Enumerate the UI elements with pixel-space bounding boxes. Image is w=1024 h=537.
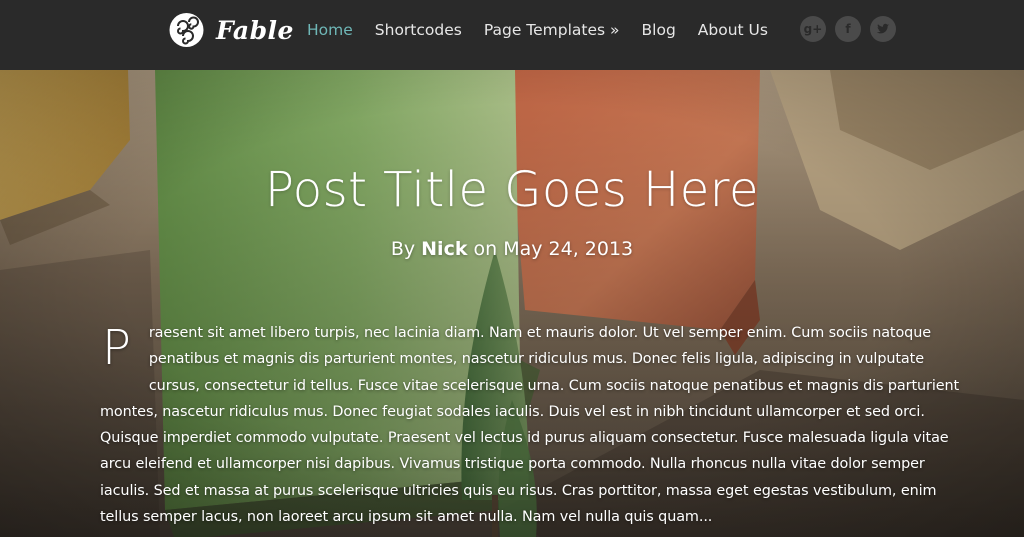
social-links: g+ f <box>800 16 905 42</box>
top-navigation-bar: Fable Home Shortcodes Page Templates » B… <box>0 0 1024 70</box>
meta-on-label: on <box>467 238 504 260</box>
nav-item-about-us[interactable]: About Us <box>698 21 768 39</box>
meta-by-label: By <box>390 238 422 260</box>
nav-item-page-templates[interactable]: Page Templates » <box>484 21 620 39</box>
facebook-icon[interactable]: f <box>835 16 861 42</box>
google-plus-icon[interactable]: g+ <box>800 16 826 42</box>
post-meta: By Nick on May 24, 2013 <box>0 238 1024 260</box>
author-link[interactable]: Nick <box>421 238 467 260</box>
post-excerpt-text: raesent sit amet libero turpis, nec laci… <box>100 325 960 526</box>
swirl-logo-icon <box>169 13 204 47</box>
nav-item-home[interactable]: Home <box>307 21 353 39</box>
main-menu: Home Shortcodes Page Templates » Blog Ab… <box>307 19 790 41</box>
post-title[interactable]: Post Title Goes Here <box>0 162 1024 218</box>
nav-item-shortcodes[interactable]: Shortcodes <box>375 21 462 39</box>
site-logo[interactable]: Fable <box>168 12 294 48</box>
post-date: May 24, 2013 <box>503 238 634 260</box>
nav-item-blog[interactable]: Blog <box>642 21 676 39</box>
drop-cap: P <box>102 320 131 376</box>
twitter-icon[interactable] <box>870 16 896 42</box>
post-excerpt: P raesent sit amet libero turpis, nec la… <box>100 320 962 530</box>
site-name: Fable <box>216 15 294 45</box>
